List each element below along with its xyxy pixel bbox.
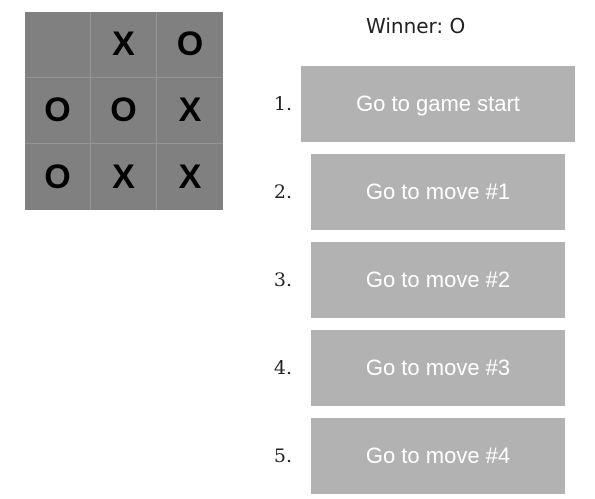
board-square-2[interactable]: X (91, 12, 157, 78)
go-to-move-3-button[interactable]: Go to move #3 (311, 330, 565, 406)
move-number: 3. (273, 269, 292, 291)
go-to-game-start-button[interactable]: Go to game start (301, 66, 575, 142)
go-to-move-4-button[interactable]: Go to move #4 (311, 418, 565, 494)
board-square-8[interactable]: X (91, 144, 157, 210)
game-board: X O O O X O X X (25, 12, 223, 210)
board-square-7[interactable]: O (25, 144, 91, 210)
board-square-9[interactable]: X (157, 144, 223, 210)
move-number: 2. (273, 181, 292, 203)
move-number: 4. (273, 357, 292, 379)
move-number: 1. (273, 93, 292, 115)
board-square-5[interactable]: O (91, 78, 157, 144)
go-to-move-2-button[interactable]: Go to move #2 (311, 242, 565, 318)
board-square-4[interactable]: O (25, 78, 91, 144)
move-number: 5. (273, 445, 292, 467)
board-square-6[interactable]: X (157, 78, 223, 144)
board-square-3[interactable]: O (157, 12, 223, 78)
go-to-move-1-button[interactable]: Go to move #1 (311, 154, 565, 230)
board-square-1[interactable] (25, 12, 91, 78)
game-status: Winner: O (366, 14, 466, 38)
